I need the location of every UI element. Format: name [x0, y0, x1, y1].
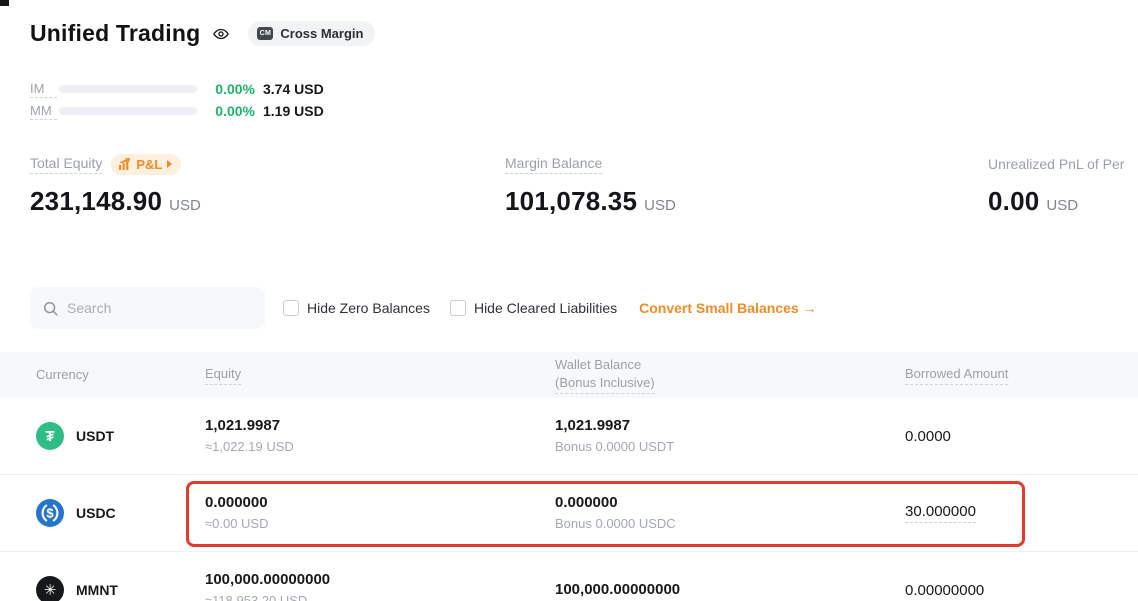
- table-header: Currency Equity Wallet Balance (Bonus In…: [0, 352, 1138, 398]
- mm-label: MM: [30, 103, 57, 120]
- margin-balance-block: Margin Balance 101,078.35 USD: [505, 152, 676, 217]
- margin-mode-badge[interactable]: CM Cross Margin: [248, 21, 375, 46]
- borrowed-amount: 0.00000000: [905, 582, 1138, 599]
- table-row-usdc[interactable]: $ USDC 0.000000 ≈0.00 USD 0.000000 Bonus…: [0, 475, 1138, 552]
- caret-right-icon: [167, 160, 172, 168]
- mm-percent: 0.00%: [203, 103, 255, 119]
- pnl-chart-icon: [119, 158, 132, 170]
- col-equity: Equity: [205, 365, 555, 385]
- wallet-balance: 0.000000: [555, 493, 905, 513]
- account-summary: Total Equity P&L 231,148.90 USD: [0, 152, 1138, 222]
- margin-mode-label: Cross Margin: [280, 26, 363, 41]
- table-row-mmnt[interactable]: ✳ MMNT 100,000.00000000 ≈118,953.20 USD …: [0, 552, 1138, 601]
- equity-amount: 0.000000: [205, 493, 555, 513]
- equity-amount: 100,000.00000000: [205, 570, 555, 590]
- margin-balance-unit: USD: [644, 197, 676, 214]
- coin-symbol: USDT: [76, 428, 114, 444]
- margin-ratio-section: IM 0.00% 3.74 USD MM 0.00% 1.19 USD: [30, 78, 324, 122]
- checkbox-icon[interactable]: [450, 300, 466, 316]
- im-percent: 0.00%: [203, 81, 255, 97]
- eye-icon[interactable]: [212, 25, 230, 43]
- wallet-balance: 1,021.9987: [555, 416, 905, 436]
- search-input[interactable]: [67, 300, 253, 316]
- page-header: Unified Trading CM Cross Margin: [30, 20, 375, 47]
- unrealized-pnl-unit: USD: [1046, 197, 1078, 214]
- equity-usd: ≈1,022.19 USD: [205, 438, 555, 456]
- search-icon: [42, 300, 59, 317]
- mmnt-coin-icon: ✳: [36, 576, 64, 601]
- im-progress-bar: [59, 85, 197, 93]
- total-equity-block: Total Equity P&L 231,148.90 USD: [30, 152, 201, 217]
- table-row-usdt[interactable]: ₮ USDT 1,021.9987 ≈1,022.19 USD 1,021.99…: [0, 398, 1138, 475]
- margin-balance-value: 101,078.35: [505, 186, 637, 217]
- equity-usd: ≈0.00 USD: [205, 515, 555, 533]
- asset-table: ₮ USDT 1,021.9987 ≈1,022.19 USD 1,021.99…: [0, 398, 1138, 601]
- borrowed-amount: 0.0000: [905, 428, 1138, 445]
- col-borrowed-amount: Borrowed Amount: [905, 365, 1138, 385]
- unified-trading-page: Unified Trading CM Cross Margin IM 0.00%…: [0, 0, 1138, 601]
- unrealized-pnl-block: Unrealized PnL of Per 0.00 USD: [988, 152, 1138, 217]
- total-equity-value: 231,148.90: [30, 186, 162, 217]
- wallet-balance: 100,000.00000000: [555, 580, 905, 600]
- filter-bar: Hide Zero Balances Hide Cleared Liabilit…: [30, 287, 817, 329]
- mm-ratio-row: MM 0.00% 1.19 USD: [30, 100, 324, 122]
- cross-margin-icon: CM: [257, 27, 273, 40]
- total-equity-unit: USD: [169, 197, 201, 214]
- coin-symbol: USDC: [76, 505, 116, 521]
- wallet-bonus: Bonus 0.0000 USDC: [555, 515, 905, 533]
- wallet-bonus: Bonus 0.0000 USDT: [555, 438, 905, 456]
- im-label: IM: [30, 81, 57, 98]
- convert-small-balances-link[interactable]: Convert Small Balances →: [639, 300, 816, 316]
- col-wallet-balance: Wallet Balance (Bonus Inclusive): [555, 356, 905, 394]
- unrealized-pnl-label: Unrealized PnL of Per: [988, 156, 1124, 172]
- equity-amount: 1,021.9987: [205, 416, 555, 436]
- col-currency: Currency: [36, 366, 205, 384]
- im-ratio-row: IM 0.00% 3.74 USD: [30, 78, 324, 100]
- unrealized-pnl-value: 0.00: [988, 186, 1039, 217]
- search-box[interactable]: [30, 287, 265, 329]
- checkbox-icon[interactable]: [283, 300, 299, 316]
- coin-symbol: MMNT: [76, 582, 118, 598]
- pnl-label: P&L: [136, 157, 162, 172]
- margin-balance-label: Margin Balance: [505, 155, 602, 174]
- screenshot-artifact: [0, 0, 9, 6]
- borrowed-amount: 30.000000: [905, 503, 1138, 523]
- usdt-coin-icon: ₮: [36, 422, 64, 450]
- svg-text:$: $: [46, 506, 54, 521]
- page-title: Unified Trading: [30, 20, 200, 47]
- mm-value: 1.19 USD: [263, 103, 324, 119]
- equity-usd: ≈118,953.20 USD: [205, 592, 555, 601]
- usdc-coin-icon: $: [36, 499, 64, 527]
- mm-progress-bar: [59, 107, 197, 115]
- hide-cleared-liabilities-checkbox[interactable]: Hide Cleared Liabilities: [450, 300, 617, 316]
- total-equity-label: Total Equity: [30, 155, 102, 174]
- pnl-button[interactable]: P&L: [111, 154, 181, 175]
- im-value: 3.74 USD: [263, 81, 324, 97]
- hide-zero-balances-checkbox[interactable]: Hide Zero Balances: [283, 300, 430, 316]
